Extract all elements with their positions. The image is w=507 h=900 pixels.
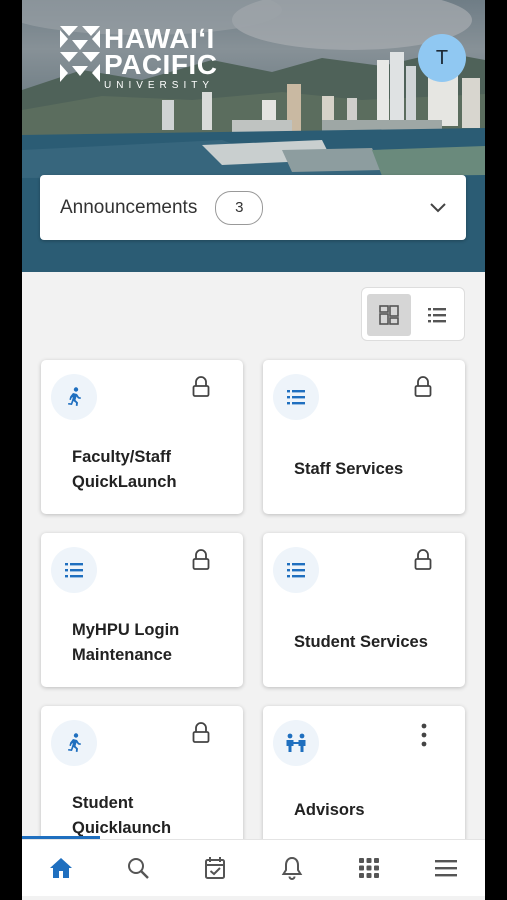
lock-icon [414, 549, 432, 570]
nav-notifications[interactable] [254, 840, 331, 896]
card-title: Advisors [294, 798, 455, 823]
card-title-line1: Advisors [294, 801, 365, 819]
card-title-line1: Student [72, 794, 134, 812]
home-icon [49, 858, 72, 878]
list-icon [287, 390, 305, 405]
apps-grid-icon [359, 858, 380, 878]
running-person-icon [68, 387, 81, 406]
bottom-navigation [22, 839, 485, 896]
lock-icon [192, 722, 210, 743]
card-student-services[interactable]: Student Services [263, 533, 465, 687]
card-faculty-staff-quicklaunch[interactable]: Faculty/Staff QuickLaunch [41, 360, 243, 514]
nav-menu[interactable] [408, 840, 485, 896]
app-screen: HAWAIʻI PACIFIC UNIVERSITY T Announcemen… [22, 0, 485, 900]
announcements-label: Announcements [60, 196, 198, 218]
logo-text-university: UNIVERSITY [104, 80, 215, 91]
card-title-line1: MyHPU Login [72, 621, 180, 639]
card-advisors[interactable]: Advisors [263, 706, 465, 860]
list-icon [287, 563, 305, 578]
bell-icon [281, 856, 303, 880]
menu-icon [435, 860, 458, 877]
user-avatar[interactable]: T [418, 34, 466, 82]
search-icon [127, 858, 149, 879]
card-staff-services[interactable]: Staff Services [263, 360, 465, 514]
card-title-line2: Maintenance [72, 646, 172, 664]
lock-icon [192, 549, 210, 570]
more-vertical-icon[interactable] [418, 722, 430, 748]
card-title: Faculty/Staff QuickLaunch [72, 445, 233, 495]
nav-tasks[interactable] [176, 840, 253, 896]
list-view-icon [428, 308, 446, 323]
grid-view-button[interactable] [367, 294, 411, 336]
lock-icon [192, 376, 210, 397]
chevron-down-icon [430, 203, 446, 213]
card-title: Student Services [294, 630, 455, 655]
nav-search[interactable] [99, 840, 176, 896]
card-myhpu-login-maintenance[interactable]: MyHPU Login Maintenance [41, 533, 243, 687]
nav-apps[interactable] [331, 840, 408, 896]
calendar-check-icon [204, 857, 225, 879]
list-icon [65, 563, 83, 578]
list-view-button[interactable] [415, 294, 459, 336]
card-title-line1: Faculty/Staff [72, 448, 172, 466]
lock-icon [414, 376, 432, 397]
card-title-line1: Staff Services [294, 460, 404, 478]
nav-home[interactable] [22, 840, 99, 896]
logo-text-pacific: PACIFIC [104, 49, 218, 80]
card-title-line1: Student Services [294, 633, 428, 651]
view-toggle [361, 287, 465, 341]
card-title: MyHPU Login Maintenance [72, 618, 233, 668]
people-icon [286, 733, 306, 752]
card-title: Student Quicklaunch [72, 791, 233, 841]
running-person-icon [68, 733, 81, 752]
grid-view-icon [379, 305, 399, 325]
announcements-dropdown[interactable]: Announcements 3 [40, 175, 466, 240]
university-logo: HAWAIʻI PACIFIC UNIVERSITY [60, 25, 218, 92]
hero-banner: HAWAIʻI PACIFIC UNIVERSITY T Announcemen… [22, 0, 485, 272]
card-title: Staff Services [294, 457, 455, 482]
logo-emblem-icon [60, 26, 100, 82]
card-title-line2: QuickLaunch [72, 473, 177, 491]
announcements-count-badge: 3 [215, 190, 264, 225]
